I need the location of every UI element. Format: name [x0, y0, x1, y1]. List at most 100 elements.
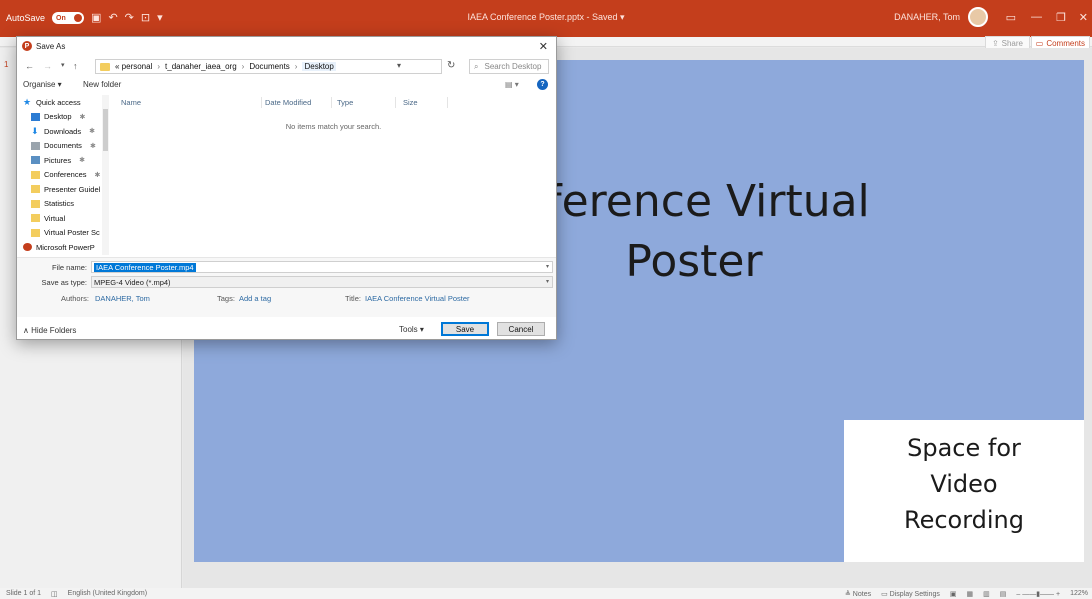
save-as-type-value: MPEG-4 Video (*.mp4)	[94, 277, 171, 287]
folder-icon	[31, 228, 40, 237]
nav-item-pictures[interactable]: Pictures ✱	[17, 153, 109, 168]
title-field[interactable]: IAEA Conference Virtual Poster	[365, 294, 470, 303]
organise-button[interactable]: Organise ▾	[23, 80, 62, 89]
minimize-icon[interactable]: —	[1031, 11, 1042, 23]
chevron-down-icon[interactable]: ▾	[546, 263, 549, 270]
zoom-slider[interactable]: – ——▮—— +	[1016, 590, 1060, 598]
comments-label: Comments	[1046, 38, 1085, 48]
back-arrow-icon[interactable]: ←	[25, 61, 34, 71]
navigation-pane: ★ Quick access Desktop ✱ ⬇ Downloads ✱ D…	[17, 95, 109, 255]
zoom-level[interactable]: 122%	[1070, 590, 1088, 598]
notes-label: Notes	[852, 591, 872, 598]
column-header-size[interactable]: Size	[403, 98, 418, 107]
forward-arrow-icon[interactable]: →	[43, 61, 52, 71]
chevron-down-icon[interactable]: ▾	[546, 278, 549, 285]
breadcrumb-personal[interactable]: « personal	[115, 62, 152, 71]
nav-item-downloads[interactable]: ⬇ Downloads ✱	[17, 124, 109, 139]
column-divider[interactable]	[447, 97, 448, 108]
address-bar[interactable]: « personal › t_danaher_iaea_org › Docume…	[95, 59, 442, 74]
chevron-down-icon[interactable]: ▾	[397, 61, 401, 70]
file-name-field[interactable]: IAEA Conference Poster.mp4 ▾	[91, 261, 553, 273]
refresh-icon[interactable]: ↻	[447, 60, 455, 71]
column-header-name[interactable]: Name	[121, 98, 141, 107]
save-button[interactable]: Save	[441, 322, 489, 336]
video-placeholder-box[interactable]: Space for Video Recording	[844, 420, 1084, 562]
nav-item-microsoft-powerpoint[interactable]: Microsoft PowerP	[17, 240, 109, 255]
pin-icon: ✱	[94, 171, 101, 179]
hide-folders-button[interactable]: ∧ Hide Folders	[23, 326, 76, 335]
language[interactable]: English (United Kingdom)	[68, 590, 147, 598]
breadcrumb-documents[interactable]: Documents	[249, 62, 289, 71]
normal-view-icon[interactable]: ▣	[950, 590, 957, 598]
search-icon: ⌕	[474, 61, 479, 71]
restore-icon[interactable]: ❐	[1056, 11, 1066, 24]
nav-item-label: Statistics	[44, 199, 75, 209]
file-name-value: IAEA Conference Poster.mp4	[94, 262, 196, 272]
authors-field[interactable]: DANAHER, Tom	[95, 294, 150, 303]
file-list: Name Date Modified Type Size No items ma…	[111, 95, 556, 255]
save-fields: File name: IAEA Conference Poster.mp4 ▾ …	[17, 257, 556, 317]
tags-field[interactable]: Add a tag	[239, 294, 271, 303]
user-name[interactable]: DANAHER, Tom	[894, 12, 960, 22]
nav-item-virtual-poster[interactable]: Virtual Poster Sc	[17, 226, 109, 241]
nav-item-label: Virtual Poster Sc	[44, 228, 100, 238]
nav-scrollbar-thumb[interactable]	[103, 109, 108, 151]
nav-item-virtual[interactable]: Virtual	[17, 211, 109, 226]
recent-locations-icon[interactable]: ▾	[61, 61, 65, 69]
nav-item-presenter-guidelines[interactable]: Presenter Guidel	[17, 182, 109, 197]
display-settings-label: Display Settings	[889, 591, 940, 598]
slideshow-icon[interactable]: ▤	[1000, 590, 1007, 598]
nav-item-documents[interactable]: Documents ✱	[17, 139, 109, 154]
notes-button[interactable]: ≜ Notes	[845, 590, 871, 598]
column-divider[interactable]	[331, 97, 332, 108]
nav-item-label: Conferences	[44, 170, 87, 180]
video-box-line-2: Video	[930, 470, 998, 498]
column-divider[interactable]	[395, 97, 396, 108]
breadcrumb-user[interactable]: t_danaher_iaea_org	[165, 62, 237, 71]
view-options-icon[interactable]: ▤ ▾	[505, 80, 519, 89]
column-header-date-modified[interactable]: Date Modified	[265, 98, 311, 107]
breadcrumb-desktop[interactable]: Desktop	[302, 62, 336, 71]
folder-icon	[100, 62, 110, 71]
up-arrow-icon[interactable]: ↑	[73, 61, 78, 71]
documents-icon	[31, 141, 40, 150]
spelling-icon[interactable]: ◫	[51, 590, 58, 598]
share-icon: ⇪	[991, 38, 999, 48]
notes-icon: ≜	[844, 591, 853, 598]
nav-item-label: Desktop	[44, 112, 72, 122]
folder-icon	[31, 214, 40, 223]
close-window-icon[interactable]: ✕	[1079, 11, 1088, 24]
nav-item-label: Quick access	[36, 97, 81, 107]
avatar[interactable]	[968, 7, 988, 27]
command-bar: Organise ▾ New folder ▤ ▾ ?	[17, 77, 556, 93]
nav-item-desktop[interactable]: Desktop ✱	[17, 110, 109, 125]
chevron-right-icon: ›	[241, 62, 245, 71]
video-box-line-3: Recording	[903, 506, 1025, 534]
new-folder-button[interactable]: New folder	[83, 80, 121, 89]
help-icon[interactable]: ?	[537, 79, 548, 90]
search-input[interactable]: ⌕ Search Desktop	[469, 59, 549, 74]
search-placeholder: Search Desktop	[484, 62, 542, 71]
dialog-title-bar: P Save As ✕	[17, 37, 556, 55]
nav-item-statistics[interactable]: Statistics	[17, 197, 109, 212]
reading-view-icon[interactable]: ▥	[983, 590, 990, 598]
cancel-button[interactable]: Cancel	[497, 322, 545, 336]
save-as-type-select[interactable]: MPEG-4 Video (*.mp4) ▾	[91, 276, 553, 288]
ribbon-display-icon[interactable]: ▭	[1006, 11, 1016, 24]
folder-icon	[31, 170, 40, 179]
chevron-right-icon: ›	[157, 62, 161, 71]
hide-folders-label: Hide Folders	[31, 326, 77, 335]
close-icon[interactable]: ✕	[539, 40, 548, 53]
column-header-type[interactable]: Type	[337, 98, 353, 107]
nav-item-conferences[interactable]: Conferences ✱	[17, 168, 109, 183]
download-icon: ⬇	[31, 126, 39, 137]
dialog-footer: ∧ Hide Folders Tools ▾ Save Cancel	[17, 319, 556, 341]
slide-sorter-icon[interactable]: ▦	[966, 590, 973, 598]
empty-message: No items match your search.	[285, 122, 382, 131]
slide-number[interactable]: 1	[4, 60, 8, 69]
tools-button[interactable]: Tools ▾	[399, 325, 424, 334]
display-settings-button[interactable]: ▭ Display Settings	[881, 590, 940, 598]
column-divider[interactable]	[261, 97, 262, 108]
nav-item-label: Pictures	[44, 155, 72, 165]
nav-item-quick-access[interactable]: ★ Quick access	[17, 95, 109, 110]
